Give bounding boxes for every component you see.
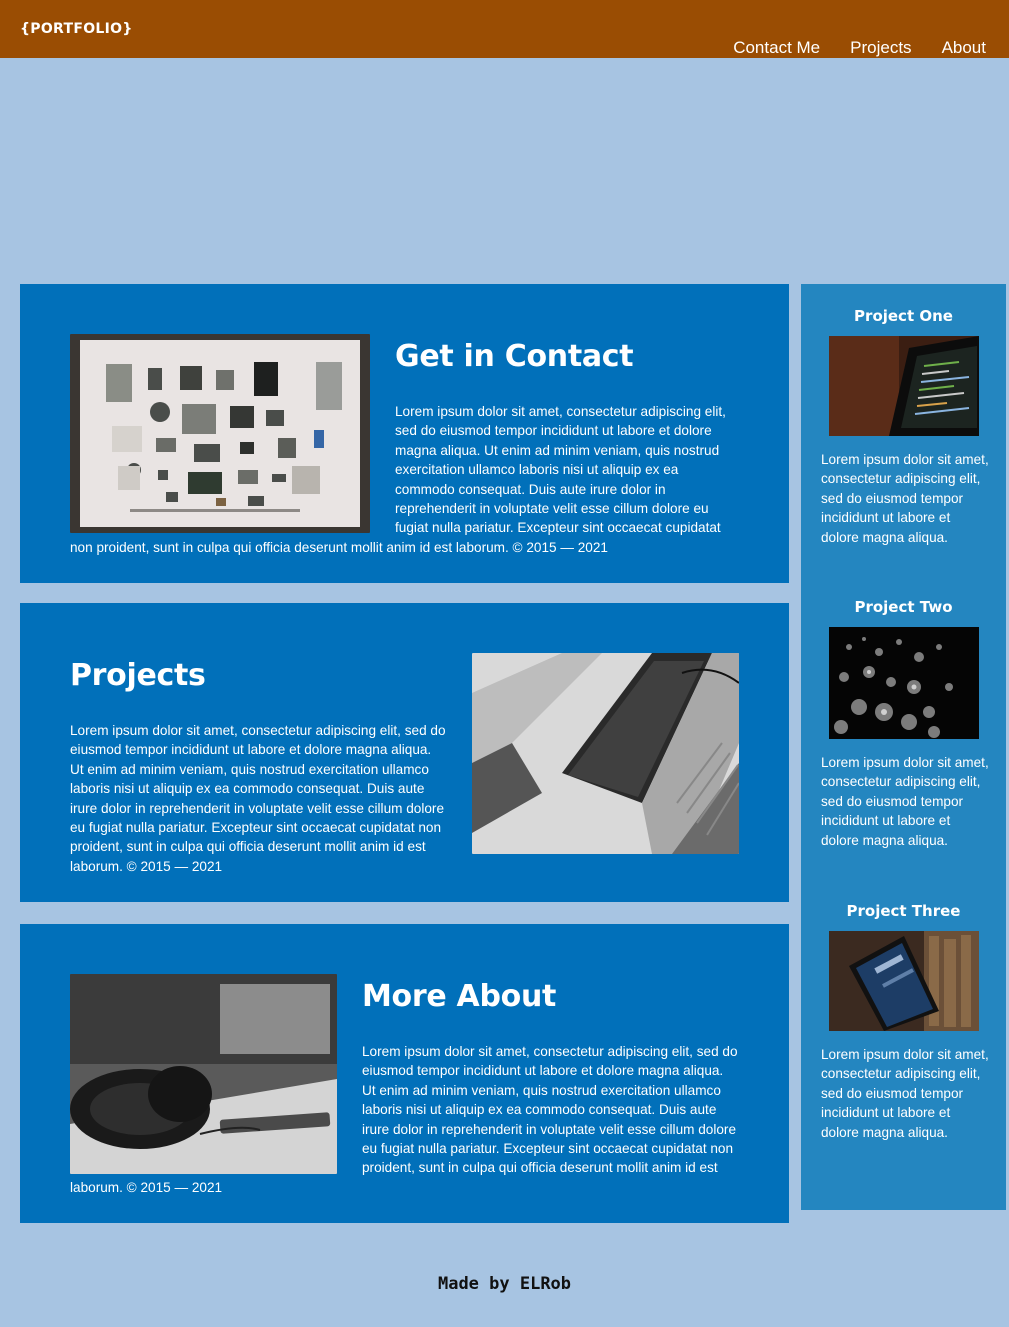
sidebar-project-title: Project Two: [854, 598, 953, 616]
main-nav: Contact Me Projects About: [733, 38, 986, 58]
headphones-photo: [70, 974, 337, 1174]
sidebar-project-one[interactable]: Project One Lorem ipsum dolor sit amet, …: [801, 306, 1006, 547]
nav-link-contact-me[interactable]: Contact Me: [733, 38, 820, 58]
code-monitor-photo: [829, 336, 979, 436]
footer-credit: Made by ELRob: [437, 1274, 572, 1294]
nav-link-projects[interactable]: Projects: [850, 38, 911, 58]
flat-lay-electronics-photo: [70, 334, 370, 533]
sidebar-project-body: Lorem ipsum dolor sit amet, consectetur …: [821, 755, 989, 848]
site-header: {PORTFOLIO} Contact Me Projects About: [0, 0, 1009, 58]
sidebar-project-body: Lorem ipsum dolor sit amet, consectetur …: [821, 452, 989, 545]
sidebar-project-title: Project Three: [846, 902, 961, 920]
sidebar-project-three[interactable]: Project Three Lorem ipsum dolor sit amet…: [801, 901, 1006, 1142]
fiber-optics-photo: [829, 627, 979, 739]
laptops-photo: [472, 653, 739, 854]
about-section: More About Lorem ipsum dolor sit amet, c…: [20, 924, 789, 1223]
sidebar-project-title: Project One: [854, 307, 953, 325]
tablet-books-photo: [829, 931, 979, 1031]
projects-section: Projects Lorem ipsum dolor sit amet, con…: [20, 603, 789, 902]
site-footer: Made by ELRob: [0, 1274, 1009, 1294]
sidebar-project-two[interactable]: Project Two Lorem ipsum dolor sit amet, …: [801, 597, 1006, 850]
site-logo[interactable]: {PORTFOLIO}: [20, 21, 133, 37]
projects-sidebar: Project One Lorem ipsum dolor sit amet, …: [801, 284, 1006, 1210]
sidebar-project-body: Lorem ipsum dolor sit amet, consectetur …: [821, 1047, 989, 1140]
contact-section: Get in Contact Lorem ipsum dolor sit ame…: [20, 284, 789, 583]
nav-link-about[interactable]: About: [942, 38, 986, 58]
